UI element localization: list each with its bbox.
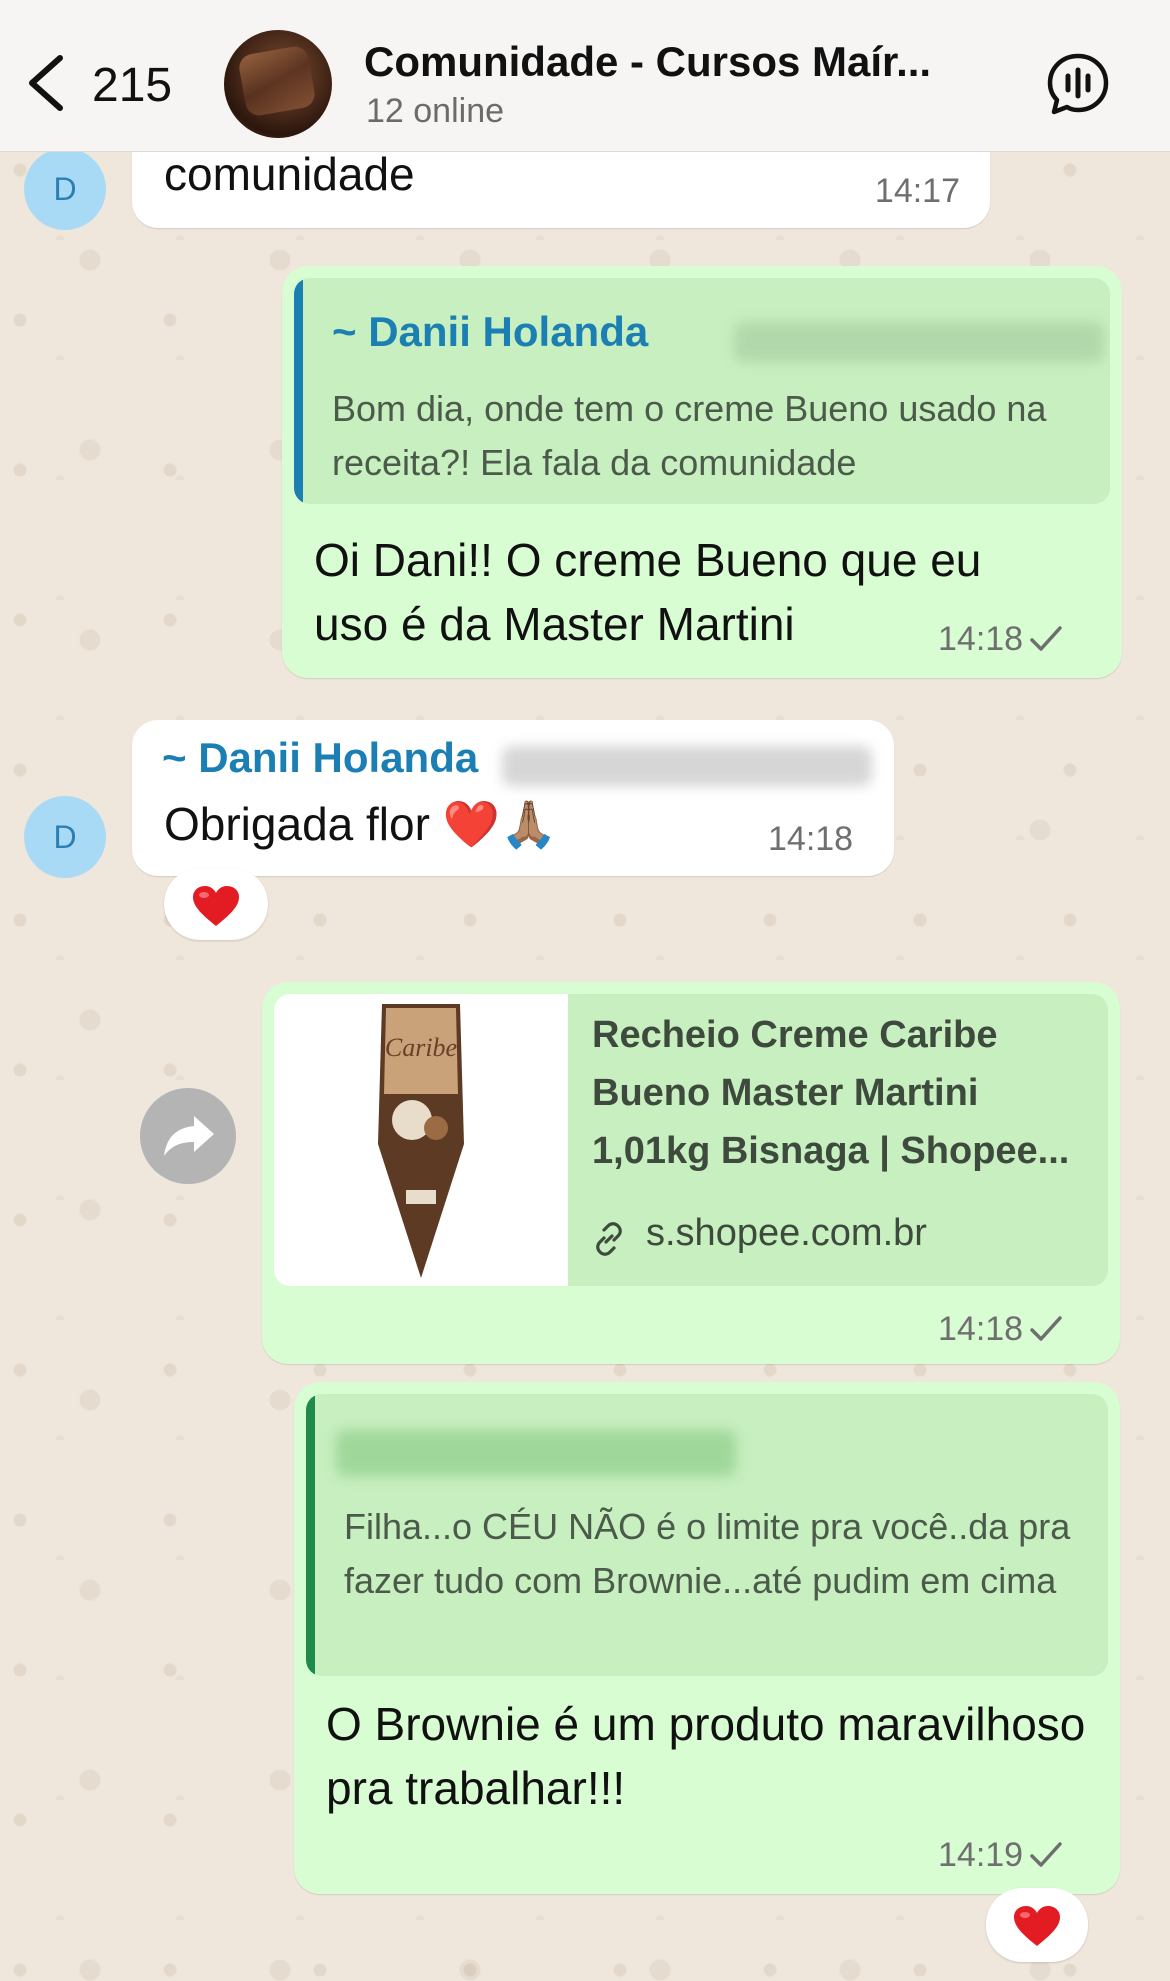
forward-button[interactable] [140, 1088, 236, 1184]
group-avatar[interactable] [224, 30, 332, 138]
message-reaction[interactable] [164, 868, 268, 940]
redacted-sender [336, 1430, 736, 1476]
red-heart-emoji [193, 886, 239, 926]
quote-bar [294, 278, 303, 504]
red-heart-emoji [1014, 1906, 1060, 1946]
link-icon [596, 1222, 622, 1256]
sender-name[interactable]: ~ Danii Holanda [162, 734, 478, 782]
product-image: Caribe [378, 1004, 464, 1278]
quote-text: Bom dia, onde tem o creme Bueno usado na… [332, 388, 1047, 483]
product-thumbnail: Caribe [274, 994, 568, 1286]
quote-bar [306, 1394, 315, 1676]
message-time: 14:18 [768, 820, 854, 858]
message-time: 14:19 [938, 1836, 1063, 1875]
outgoing-message-bubble[interactable]: ~ Danii Holanda Bom dia, onde tem o crem… [282, 266, 1122, 678]
online-status: 12 online [366, 92, 505, 130]
incoming-message-bubble[interactable]: ~ Danii Holanda Obrigada flor ❤️🙏🏽 14:18 [132, 720, 894, 876]
link-title: Recheio Creme Caribe Bueno Master Martin… [592, 1014, 1070, 1172]
message-time: 14:18 [938, 1310, 1063, 1349]
single-check-icon [1030, 626, 1062, 651]
single-check-icon [1030, 1842, 1062, 1867]
message-time: 14:18 [938, 620, 1063, 659]
redacted-phone [734, 322, 1104, 362]
message-text: Obrigada flor ❤️🙏🏽 [164, 798, 558, 850]
group-title[interactable]: Comunidade - Cursos Maír... [364, 38, 931, 86]
voice-chat-icon[interactable] [1046, 52, 1110, 116]
quote-text: Filha...o CÉU NÃO é o limite pra você..d… [344, 1506, 1071, 1601]
sender-avatar[interactable]: D [24, 796, 106, 878]
single-check-icon [1030, 1316, 1062, 1341]
message-time-text: 14:18 [938, 1310, 1024, 1348]
quoted-message[interactable]: Filha...o CÉU NÃO é o limite pra você..d… [306, 1394, 1108, 1676]
redacted-phone [502, 746, 872, 786]
quoted-message[interactable]: ~ Danii Holanda Bom dia, onde tem o crem… [294, 278, 1110, 504]
chat-header: 215 Comunidade - Cursos Maír... 12 onlin… [0, 0, 1170, 152]
sender-avatar[interactable]: D [24, 148, 106, 230]
quote-sender-name: ~ Danii Holanda [332, 308, 649, 355]
message-time-text: 14:18 [938, 620, 1024, 658]
product-label: Caribe [385, 1033, 457, 1062]
message-time-text: 14:19 [938, 1836, 1024, 1874]
chevron-left-icon[interactable] [22, 52, 68, 114]
message-reaction[interactable] [986, 1888, 1088, 1962]
message-time: 14:17 [874, 172, 960, 210]
forward-arrow-icon [164, 1116, 214, 1156]
outgoing-message-bubble[interactable]: Filha...o CÉU NÃO é o limite pra você..d… [294, 1382, 1120, 1894]
message-text: O Brownie é um produto maravilhoso pra t… [326, 1698, 1086, 1814]
back-unread-count[interactable]: 215 [92, 58, 172, 113]
link-domain: s.shopee.com.br [646, 1212, 927, 1254]
link-preview-card[interactable]: Caribe Recheio Creme Caribe Bueno Master… [274, 994, 1108, 1286]
